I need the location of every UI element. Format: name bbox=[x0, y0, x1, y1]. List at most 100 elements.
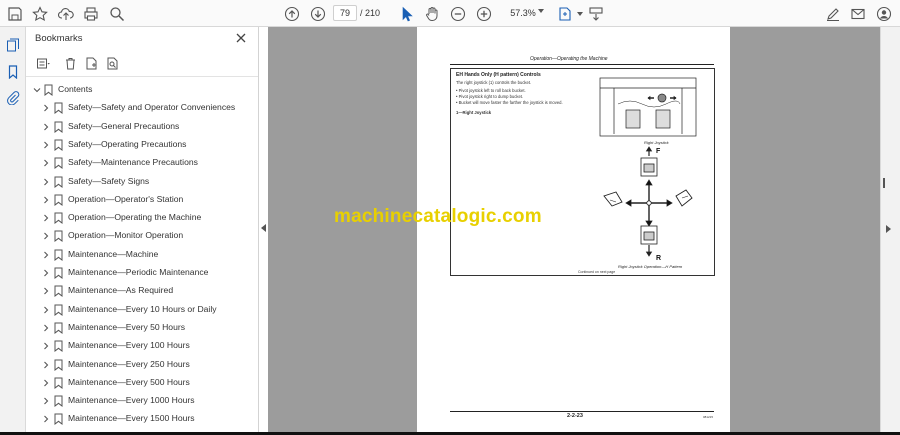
chevron-right-icon[interactable] bbox=[42, 196, 50, 204]
zoom-out-icon[interactable] bbox=[447, 3, 469, 24]
bookmark-item[interactable]: Safety—Safety and Operator Conveniences bbox=[26, 100, 246, 116]
bookmark-item[interactable]: Maintenance—Every 250 Hours bbox=[26, 357, 246, 373]
watermark: machinecatalogic.com bbox=[334, 206, 542, 227]
left-nav-rail bbox=[0, 27, 26, 435]
chevron-right-icon[interactable] bbox=[42, 287, 50, 295]
bookmark-item[interactable]: Maintenance—Every 10 Hours or Daily bbox=[26, 302, 246, 318]
bookmark-star-icon[interactable] bbox=[29, 3, 51, 24]
header-rule bbox=[450, 64, 714, 65]
chevron-right-icon[interactable] bbox=[42, 306, 50, 314]
bookmark-icon bbox=[54, 194, 63, 206]
zoom-dropdown-icon[interactable] bbox=[538, 9, 544, 13]
bookmark-item[interactable]: Operation—Operating the Machine bbox=[26, 210, 246, 226]
bookmark-item[interactable]: Maintenance—Periodic Maintenance bbox=[26, 265, 246, 281]
figure-caption-bottom: Right Joystick Operation—H Pattern bbox=[618, 264, 683, 269]
save-icon[interactable] bbox=[4, 3, 26, 24]
bookmark-item[interactable]: Maintenance—Every 500 Hours bbox=[26, 375, 246, 391]
joystick-illustration: Right Joystick F R Right Joystick Operat… bbox=[599, 77, 697, 269]
search-icon[interactable] bbox=[106, 3, 128, 24]
bookmark-label: Safety—General Precautions bbox=[68, 120, 180, 131]
bookmark-item[interactable]: Safety—Safety Signs bbox=[26, 174, 246, 190]
email-icon[interactable] bbox=[847, 3, 869, 24]
chevron-right-icon[interactable] bbox=[42, 415, 50, 423]
chevron-down-icon[interactable] bbox=[33, 86, 41, 94]
bookmark-label: Safety—Operating Precautions bbox=[68, 138, 187, 149]
page-thumbnails-icon[interactable] bbox=[4, 36, 22, 54]
bookmark-label: Maintenance—Every 1000 Hours bbox=[68, 395, 195, 406]
chevron-right-icon[interactable] bbox=[42, 159, 50, 167]
chevron-right-icon[interactable] bbox=[42, 214, 50, 222]
body-line: • Pivot joystick right to dump bucket. bbox=[456, 94, 524, 99]
bookmark-item[interactable]: Safety—Maintenance Precautions bbox=[26, 155, 246, 171]
bookmark-label: Maintenance—Periodic Maintenance bbox=[68, 267, 209, 277]
scroll-mode-icon[interactable] bbox=[585, 3, 607, 24]
bookmark-item[interactable]: Safety—Operating Precautions bbox=[26, 137, 246, 153]
attachments-icon[interactable] bbox=[4, 89, 22, 107]
chevron-right-icon[interactable] bbox=[42, 342, 50, 350]
bookmark-label: Safety—Safety Signs bbox=[68, 175, 150, 186]
options-menu-icon[interactable] bbox=[34, 54, 52, 72]
page-number: 2-2-23 bbox=[567, 413, 583, 419]
chevron-right-icon[interactable] bbox=[42, 324, 50, 332]
bookmark-item[interactable]: Maintenance—Every 50 Hours bbox=[26, 320, 246, 336]
bookmark-icon bbox=[54, 395, 63, 408]
page-fit-icon[interactable] bbox=[554, 3, 576, 24]
bookmark-label: Maintenance—Every 10 Hours or Daily bbox=[68, 303, 217, 314]
scroll-indicator[interactable] bbox=[883, 178, 885, 188]
chevron-right-icon[interactable] bbox=[42, 251, 50, 259]
close-icon[interactable] bbox=[235, 32, 247, 44]
bookmark-icon bbox=[54, 340, 63, 353]
previous-page-icon[interactable] bbox=[281, 3, 303, 24]
page-number-input[interactable]: 79 bbox=[333, 5, 357, 21]
expand-panel-icon[interactable] bbox=[886, 225, 891, 233]
bookmark-icon bbox=[54, 249, 63, 261]
bookmark-icon bbox=[54, 304, 63, 316]
hand-tool-icon[interactable] bbox=[421, 3, 443, 24]
zoom-in-icon[interactable] bbox=[473, 3, 495, 24]
bookmark-item[interactable]: Maintenance—Every 1000 Hours bbox=[26, 393, 246, 409]
bookmark-icon bbox=[54, 102, 63, 115]
reverse-label: R bbox=[656, 255, 661, 262]
bookmark-label: Maintenance—As Required bbox=[68, 285, 174, 296]
chevron-right-icon[interactable] bbox=[42, 178, 50, 186]
bookmark-item[interactable]: Safety—General Precautions bbox=[26, 119, 246, 135]
zoom-level[interactable]: 57.3% bbox=[502, 5, 544, 21]
edit-sign-icon[interactable] bbox=[822, 3, 844, 24]
chevron-right-icon[interactable] bbox=[42, 141, 50, 149]
print-icon[interactable] bbox=[80, 3, 102, 24]
bookmark-item[interactable]: Operation—Operator's Station bbox=[26, 192, 246, 208]
page-fit-dropdown-icon[interactable] bbox=[577, 12, 583, 16]
bookmarks-title: Bookmarks bbox=[35, 33, 83, 44]
new-bookmark-icon[interactable] bbox=[82, 54, 100, 72]
chevron-right-icon[interactable] bbox=[42, 232, 50, 240]
footer-code: 081215 bbox=[703, 415, 714, 419]
bookmark-icon bbox=[54, 230, 63, 243]
bookmark-label: Maintenance—Every 250 Hours bbox=[68, 358, 190, 369]
collapse-panel-icon[interactable] bbox=[261, 224, 266, 232]
select-cursor-icon[interactable] bbox=[396, 3, 418, 24]
chevron-right-icon[interactable] bbox=[42, 269, 50, 277]
chevron-right-icon[interactable] bbox=[42, 397, 50, 405]
delete-icon[interactable] bbox=[61, 54, 79, 72]
bookmark-item[interactable]: Maintenance—Every 1500 Hours bbox=[26, 411, 246, 427]
bookmark-root-contents[interactable]: Contents bbox=[26, 82, 246, 98]
chevron-right-icon[interactable] bbox=[42, 104, 50, 112]
chevron-right-icon[interactable] bbox=[42, 379, 50, 387]
bookmark-item[interactable]: Maintenance—Every 100 Hours bbox=[26, 338, 246, 354]
find-bookmark-icon[interactable] bbox=[103, 54, 121, 72]
bookmark-label: Operation—Operating the Machine bbox=[68, 212, 202, 223]
bookmarks-panel-icon[interactable] bbox=[4, 63, 22, 81]
bookmarks-list: Contents Safety—Safety and Operator Conv… bbox=[26, 79, 246, 435]
upload-cloud-icon[interactable] bbox=[55, 3, 77, 24]
bookmark-icon bbox=[54, 267, 63, 279]
bookmark-item[interactable]: Maintenance—As Required bbox=[26, 283, 246, 299]
chevron-right-icon[interactable] bbox=[42, 361, 50, 369]
account-icon[interactable] bbox=[873, 3, 895, 24]
page-margin-right bbox=[730, 27, 880, 435]
bookmark-icon bbox=[54, 322, 63, 334]
bookmark-label: Contents bbox=[58, 84, 93, 94]
next-page-icon[interactable] bbox=[307, 3, 329, 24]
bookmark-item[interactable]: Maintenance—Machine bbox=[26, 247, 246, 263]
bookmark-item[interactable]: Operation—Monitor Operation bbox=[26, 228, 246, 244]
chevron-right-icon[interactable] bbox=[42, 123, 50, 131]
